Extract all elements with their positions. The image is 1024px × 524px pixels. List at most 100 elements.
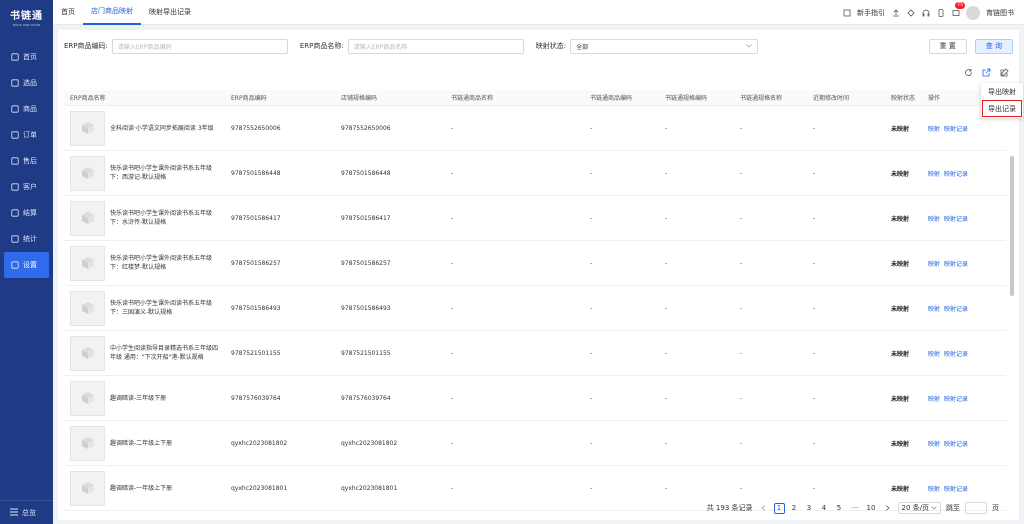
map-link[interactable]: 映射 [928, 306, 940, 313]
cell-sgcode: - [665, 349, 668, 357]
export-icon[interactable] [981, 67, 991, 77]
pager-ellipsis[interactable]: ··· [850, 503, 861, 514]
product-name: 趣调暗读-三年级下册 [110, 394, 167, 402]
cell-time: - [813, 304, 816, 312]
cell-sname: - [451, 124, 454, 132]
product-image-placeholder-icon [70, 200, 105, 236]
column-header: 书链通规格名称 [740, 95, 783, 102]
cell-store: 9787521501155 [341, 349, 391, 357]
map-record-link[interactable]: 映射记录 [944, 351, 968, 358]
sidebar-item-0[interactable]: 首页 [0, 44, 53, 70]
avatar[interactable] [966, 5, 980, 20]
tab-mapping-export-record[interactable]: 映射导出记录 [141, 0, 199, 25]
next-page-button[interactable] [882, 503, 893, 514]
map-record-link[interactable]: 映射记录 [944, 486, 968, 493]
column-header: 店铺规格编码 [341, 95, 378, 102]
map-record-link[interactable]: 映射记录 [944, 261, 968, 268]
sidebar-item-3[interactable]: 订单 [0, 122, 53, 148]
map-link[interactable]: 映射 [928, 351, 940, 358]
cell-sname: - [451, 214, 454, 222]
status-select[interactable]: 全部 [570, 38, 759, 54]
tab-home[interactable]: 首页 [53, 0, 83, 25]
table-row: 全科阅读·小学语文同步拓展阅读 3年级 9787552650006 97875526… [64, 106, 1006, 151]
sidebar-collapse-button[interactable]: 总览 [0, 500, 53, 524]
table-header: ERP商品名称 ERP商品编码 店铺规格编码 书链通商品名称 书链通商品编码 书链通规格编… [64, 90, 1006, 106]
reset-button[interactable]: 重 置 [928, 38, 967, 54]
page-1[interactable]: 1 [773, 502, 785, 514]
page-5[interactable]: 5 [834, 503, 845, 514]
map-record-link[interactable]: 映射记录 [944, 306, 968, 313]
page-last[interactable]: 10 [866, 503, 877, 514]
cell-sgspec: - [740, 484, 743, 492]
map-link[interactable]: 映射 [928, 486, 940, 493]
cell-time: - [813, 484, 816, 492]
cell-time: - [813, 124, 816, 132]
cell-time: - [813, 349, 816, 357]
product-name-cell: 趣调暗读-一年级上下册 [64, 470, 225, 506]
edit-icon[interactable] [999, 67, 1009, 77]
map-record-link[interactable]: 映射记录 [944, 441, 968, 448]
map-link[interactable]: 映射 [928, 441, 940, 448]
cell-status: 未映射 [891, 485, 910, 493]
table-scrollbar[interactable] [1010, 90, 1015, 510]
sidebar-item-4[interactable]: 售后 [0, 148, 53, 174]
map-link[interactable]: 映射 [928, 216, 940, 223]
map-link[interactable]: 映射 [928, 396, 940, 403]
phone-icon[interactable] [936, 8, 945, 17]
map-record-link[interactable]: 映射记录 [944, 396, 968, 403]
refresh-icon[interactable] [963, 67, 973, 77]
page-2[interactable]: 2 [789, 503, 800, 514]
map-record-link[interactable]: 映射记录 [944, 171, 968, 178]
notification-icon[interactable]: 75 [951, 2, 966, 17]
cell-store: 9787501586417 [341, 214, 391, 222]
map-link[interactable]: 映射 [928, 126, 940, 133]
query-button[interactable]: 查 询 [974, 38, 1013, 54]
export-mapping-item[interactable]: 导出映射 [981, 83, 1023, 100]
sidebar-item-5[interactable]: 客户 [0, 174, 53, 200]
cell-sgcode: - [665, 169, 668, 177]
map-link[interactable]: 映射 [928, 261, 940, 268]
cell-sgspec: - [740, 304, 743, 312]
page-4[interactable]: 4 [819, 503, 830, 514]
diamond-icon[interactable] [906, 8, 915, 17]
table-row: 快乐读书吧小学生课外阅读书系五年级下：红楼梦-默认规格 9787501586257… [64, 241, 1006, 286]
map-record-link[interactable]: 映射记录 [944, 126, 968, 133]
sidebar-item-label: 结算 [23, 209, 37, 217]
jump-input[interactable] [965, 502, 987, 514]
product-name: 趣调暗读-一年级上下册 [110, 484, 173, 492]
product-name-cell: 趣调暗读-二年级上下册 [64, 425, 225, 461]
sidebar-item-7[interactable]: 统计 [0, 226, 53, 252]
tab-store-mapping[interactable]: 店门商品映射 [83, 0, 141, 25]
prev-page-button[interactable] [758, 503, 769, 514]
guide-link[interactable]: 新手指引 [857, 8, 885, 18]
page-size-select[interactable]: 20 条/页 [897, 502, 941, 514]
map-link[interactable]: 映射 [928, 171, 940, 178]
sidebar-nav: 首页 选品 商品 订单 售后 客户结算统计 设置 [0, 44, 53, 278]
sidebar-item-6[interactable]: 结算 [0, 200, 53, 226]
cell-store: 9787501586493 [341, 304, 391, 312]
sidebar-item-1[interactable]: 选品 [0, 70, 53, 96]
headset-icon[interactable] [921, 8, 930, 17]
product-image-placeholder-icon [70, 290, 105, 326]
sidebar-item-2[interactable]: 商品 [0, 96, 53, 122]
sidebar-bottom-label: 总览 [22, 508, 36, 517]
cell-status: 未映射 [891, 125, 910, 133]
user-name[interactable]: 育链图书 [986, 8, 1014, 18]
sidebar-item-8[interactable]: 设置 [4, 252, 49, 278]
actions-cell: 映射 映射记录 [922, 394, 1006, 403]
product-name: 快乐读书吧小学生课外阅读书系五年级下：西游记-默认规格 [110, 165, 213, 181]
export-record-item[interactable]: 导出记录 [982, 100, 1022, 117]
cell-time: - [813, 214, 816, 222]
erp-code-input[interactable]: 请输入ERP商品编码 [111, 38, 288, 54]
scrollbar-thumb[interactable] [1010, 156, 1014, 296]
cell-code: 9787501586417 [231, 214, 281, 222]
page-3[interactable]: 3 [804, 503, 815, 514]
product-name-cell: 快乐读书吧小学生课外阅读书系五年级下：水浒传-默认规格 [64, 200, 225, 236]
settle-icon [10, 209, 19, 218]
erp-name-input[interactable]: 请输入ERP商品名称 [347, 38, 524, 54]
cell-sgname: - [590, 439, 593, 447]
upload-icon[interactable] [891, 8, 900, 17]
cell-status: 未映射 [891, 215, 910, 223]
page-unit: 页 [992, 504, 999, 512]
map-record-link[interactable]: 映射记录 [944, 216, 968, 223]
